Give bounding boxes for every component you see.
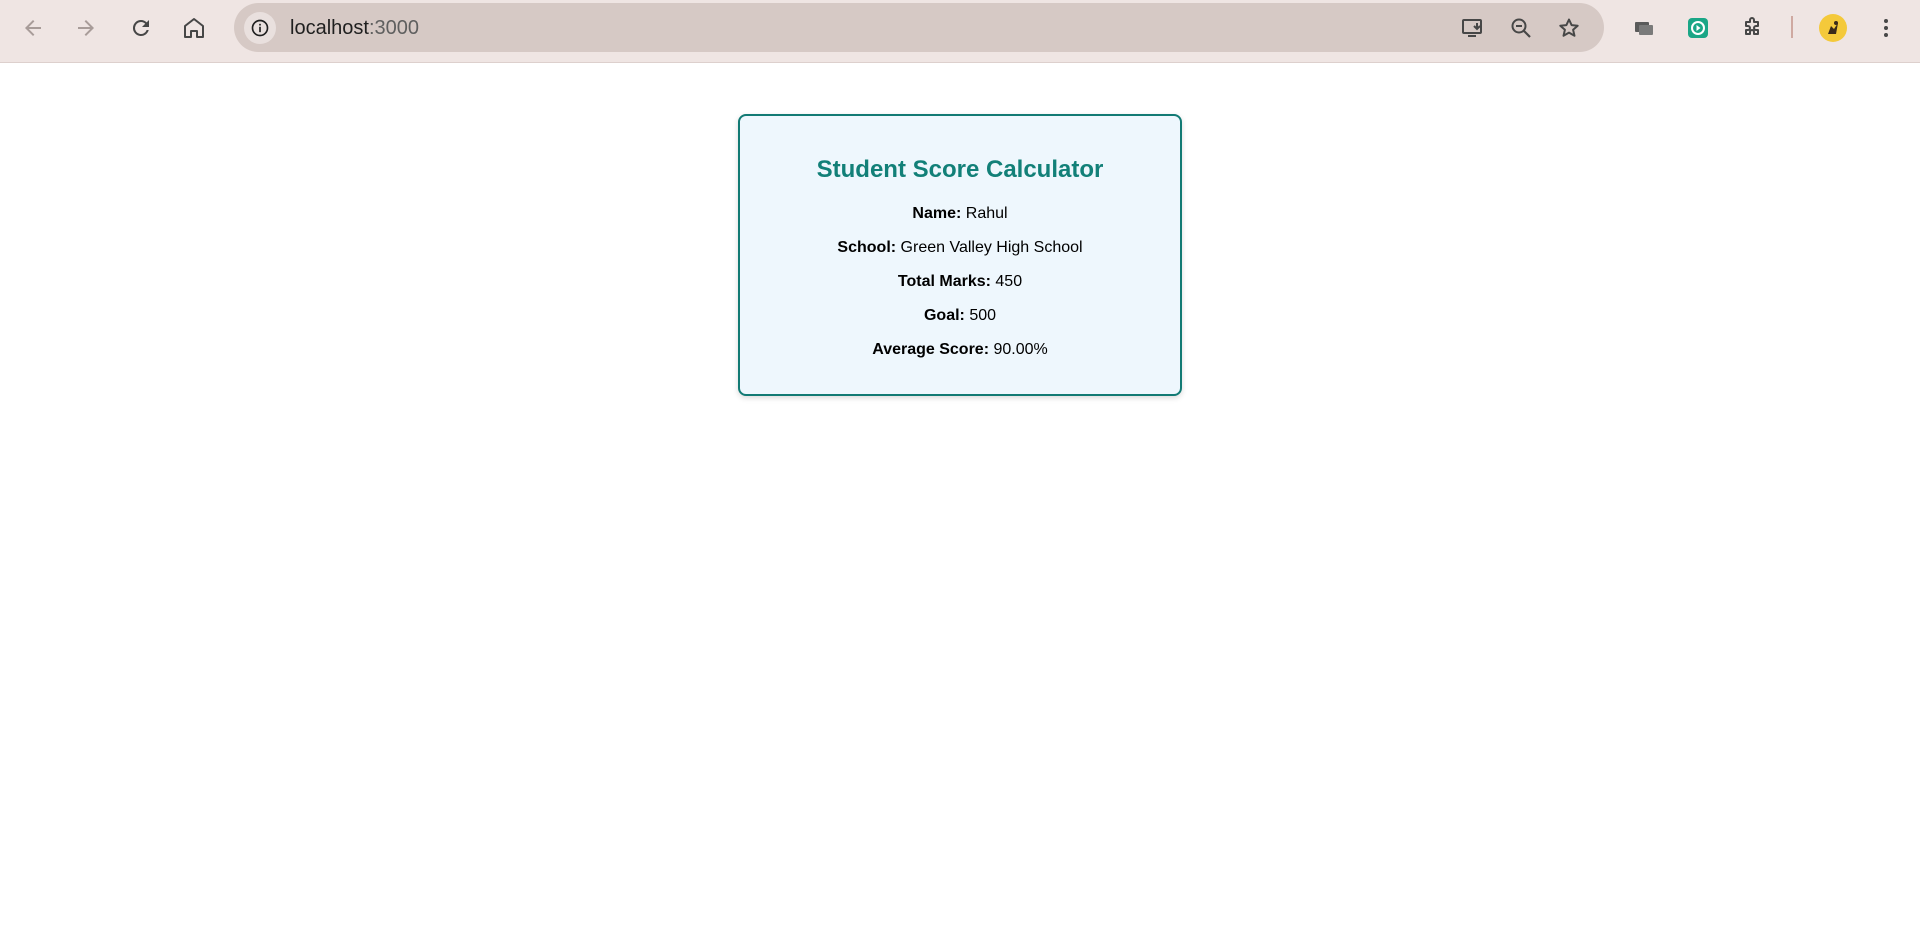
arrow-right-icon (78, 20, 94, 36)
star-icon (1559, 18, 1579, 37)
install-app-button[interactable] (1460, 15, 1486, 41)
home-icon (184, 18, 204, 38)
extensions-button[interactable] (1734, 10, 1770, 46)
total-marks-label: Total Marks: (897, 273, 991, 290)
zoom-button[interactable] (1508, 15, 1534, 41)
toolbar-divider (1791, 16, 1793, 38)
extension-app-icon (1688, 18, 1708, 38)
school-value: Green Valley High School (900, 239, 1083, 256)
goal-row: Goal: 500 (740, 306, 1180, 326)
browser-toolbar: localhost:3000 (0, 0, 1920, 63)
extension-app-button[interactable] (1680, 10, 1716, 46)
name-row: Name: Rahul (740, 204, 1180, 224)
url-port: :3000 (368, 17, 419, 39)
puzzle-icon (1745, 17, 1759, 35)
reload-icon (132, 19, 149, 36)
info-icon (251, 19, 269, 37)
total-marks-row: Total Marks: 450 (740, 272, 1180, 292)
reload-button[interactable] (123, 10, 159, 46)
goal-label: Goal: (923, 307, 965, 324)
score-card: Student Score Calculator Name: Rahul Sch… (738, 114, 1182, 396)
forward-button[interactable] (68, 10, 104, 46)
total-marks-value: 450 (995, 273, 1023, 290)
name-value: Rahul (965, 205, 1008, 222)
name-label: Name: (912, 205, 962, 222)
browser-menu-button[interactable] (1868, 10, 1904, 46)
back-button[interactable] (15, 10, 51, 46)
school-label: School: (837, 239, 897, 256)
home-button[interactable] (176, 10, 212, 46)
average-score-row: Average Score: 90.00% (740, 340, 1180, 360)
tab-group-icon (1635, 22, 1653, 35)
profile-button[interactable] (1815, 10, 1851, 46)
bookmark-button[interactable] (1556, 15, 1582, 41)
average-score-label: Average Score: (872, 341, 990, 358)
goal-value: 500 (969, 307, 997, 324)
site-info-button[interactable] (244, 12, 276, 44)
kebab-menu-icon (1884, 19, 1888, 37)
profile-avatar (1819, 14, 1847, 42)
address-bar[interactable]: localhost:3000 (234, 3, 1604, 52)
url-host: localhost (290, 17, 369, 39)
url-text[interactable]: localhost:3000 (290, 17, 419, 39)
tab-group-button[interactable] (1626, 10, 1662, 46)
average-score-value: 90.00% (993, 341, 1048, 358)
zoom-out-icon (1511, 18, 1531, 38)
card-title: Student Score Calculator (816, 156, 1104, 183)
arrow-left-icon (25, 20, 41, 36)
install-app-icon (1462, 19, 1482, 37)
school-row: School: Green Valley High School (740, 238, 1180, 258)
